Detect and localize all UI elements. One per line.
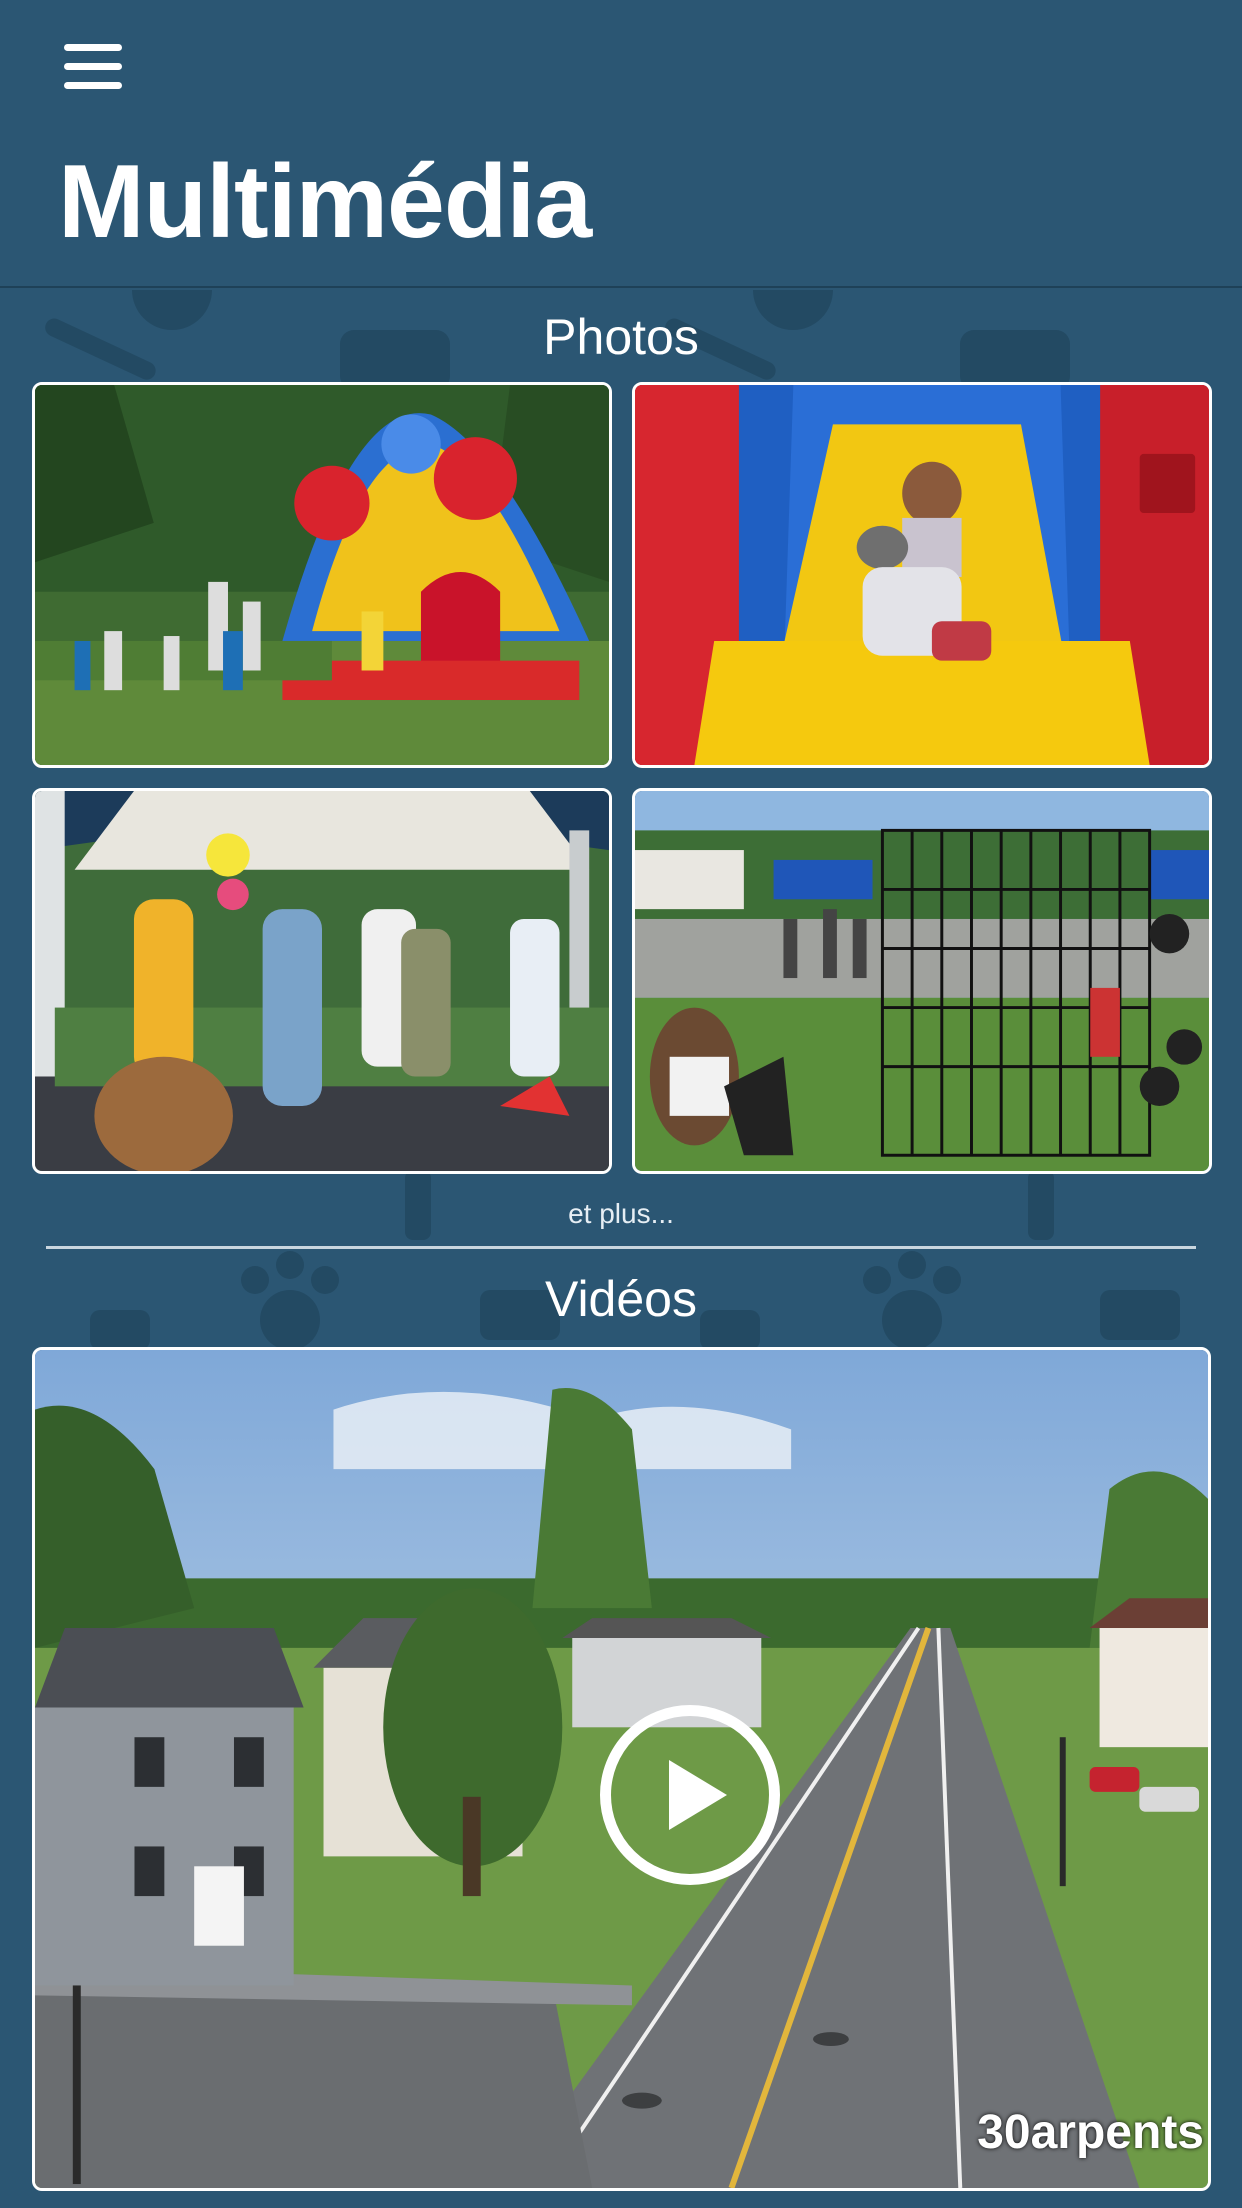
play-triangle [669,1760,727,1830]
app-header: Multimédia [0,0,1242,288]
photo-thumbnail-2[interactable] [632,382,1212,768]
more-photos-link[interactable]: et plus... [0,1198,1242,1230]
hamburger-menu-icon[interactable] [58,42,130,102]
play-circle-icon[interactable] [600,1705,780,1885]
photo-thumbnail-1[interactable] [32,382,612,768]
multimedia-content[interactable]: Photos et plus... Vidéos 30arpents [0,290,1242,2208]
photo-thumbnail-4[interactable] [632,788,1212,1174]
section-divider [46,1246,1196,1249]
video-watermark: 30arpents [977,2106,1204,2159]
page-title: Multimédia [58,144,592,260]
photos-section-title: Photos [543,309,699,365]
videos-section-title: Vidéos [545,1271,697,1327]
video-thumbnail[interactable]: 30arpents [32,1347,1211,2191]
photo-thumbnail-3[interactable] [32,788,612,1174]
